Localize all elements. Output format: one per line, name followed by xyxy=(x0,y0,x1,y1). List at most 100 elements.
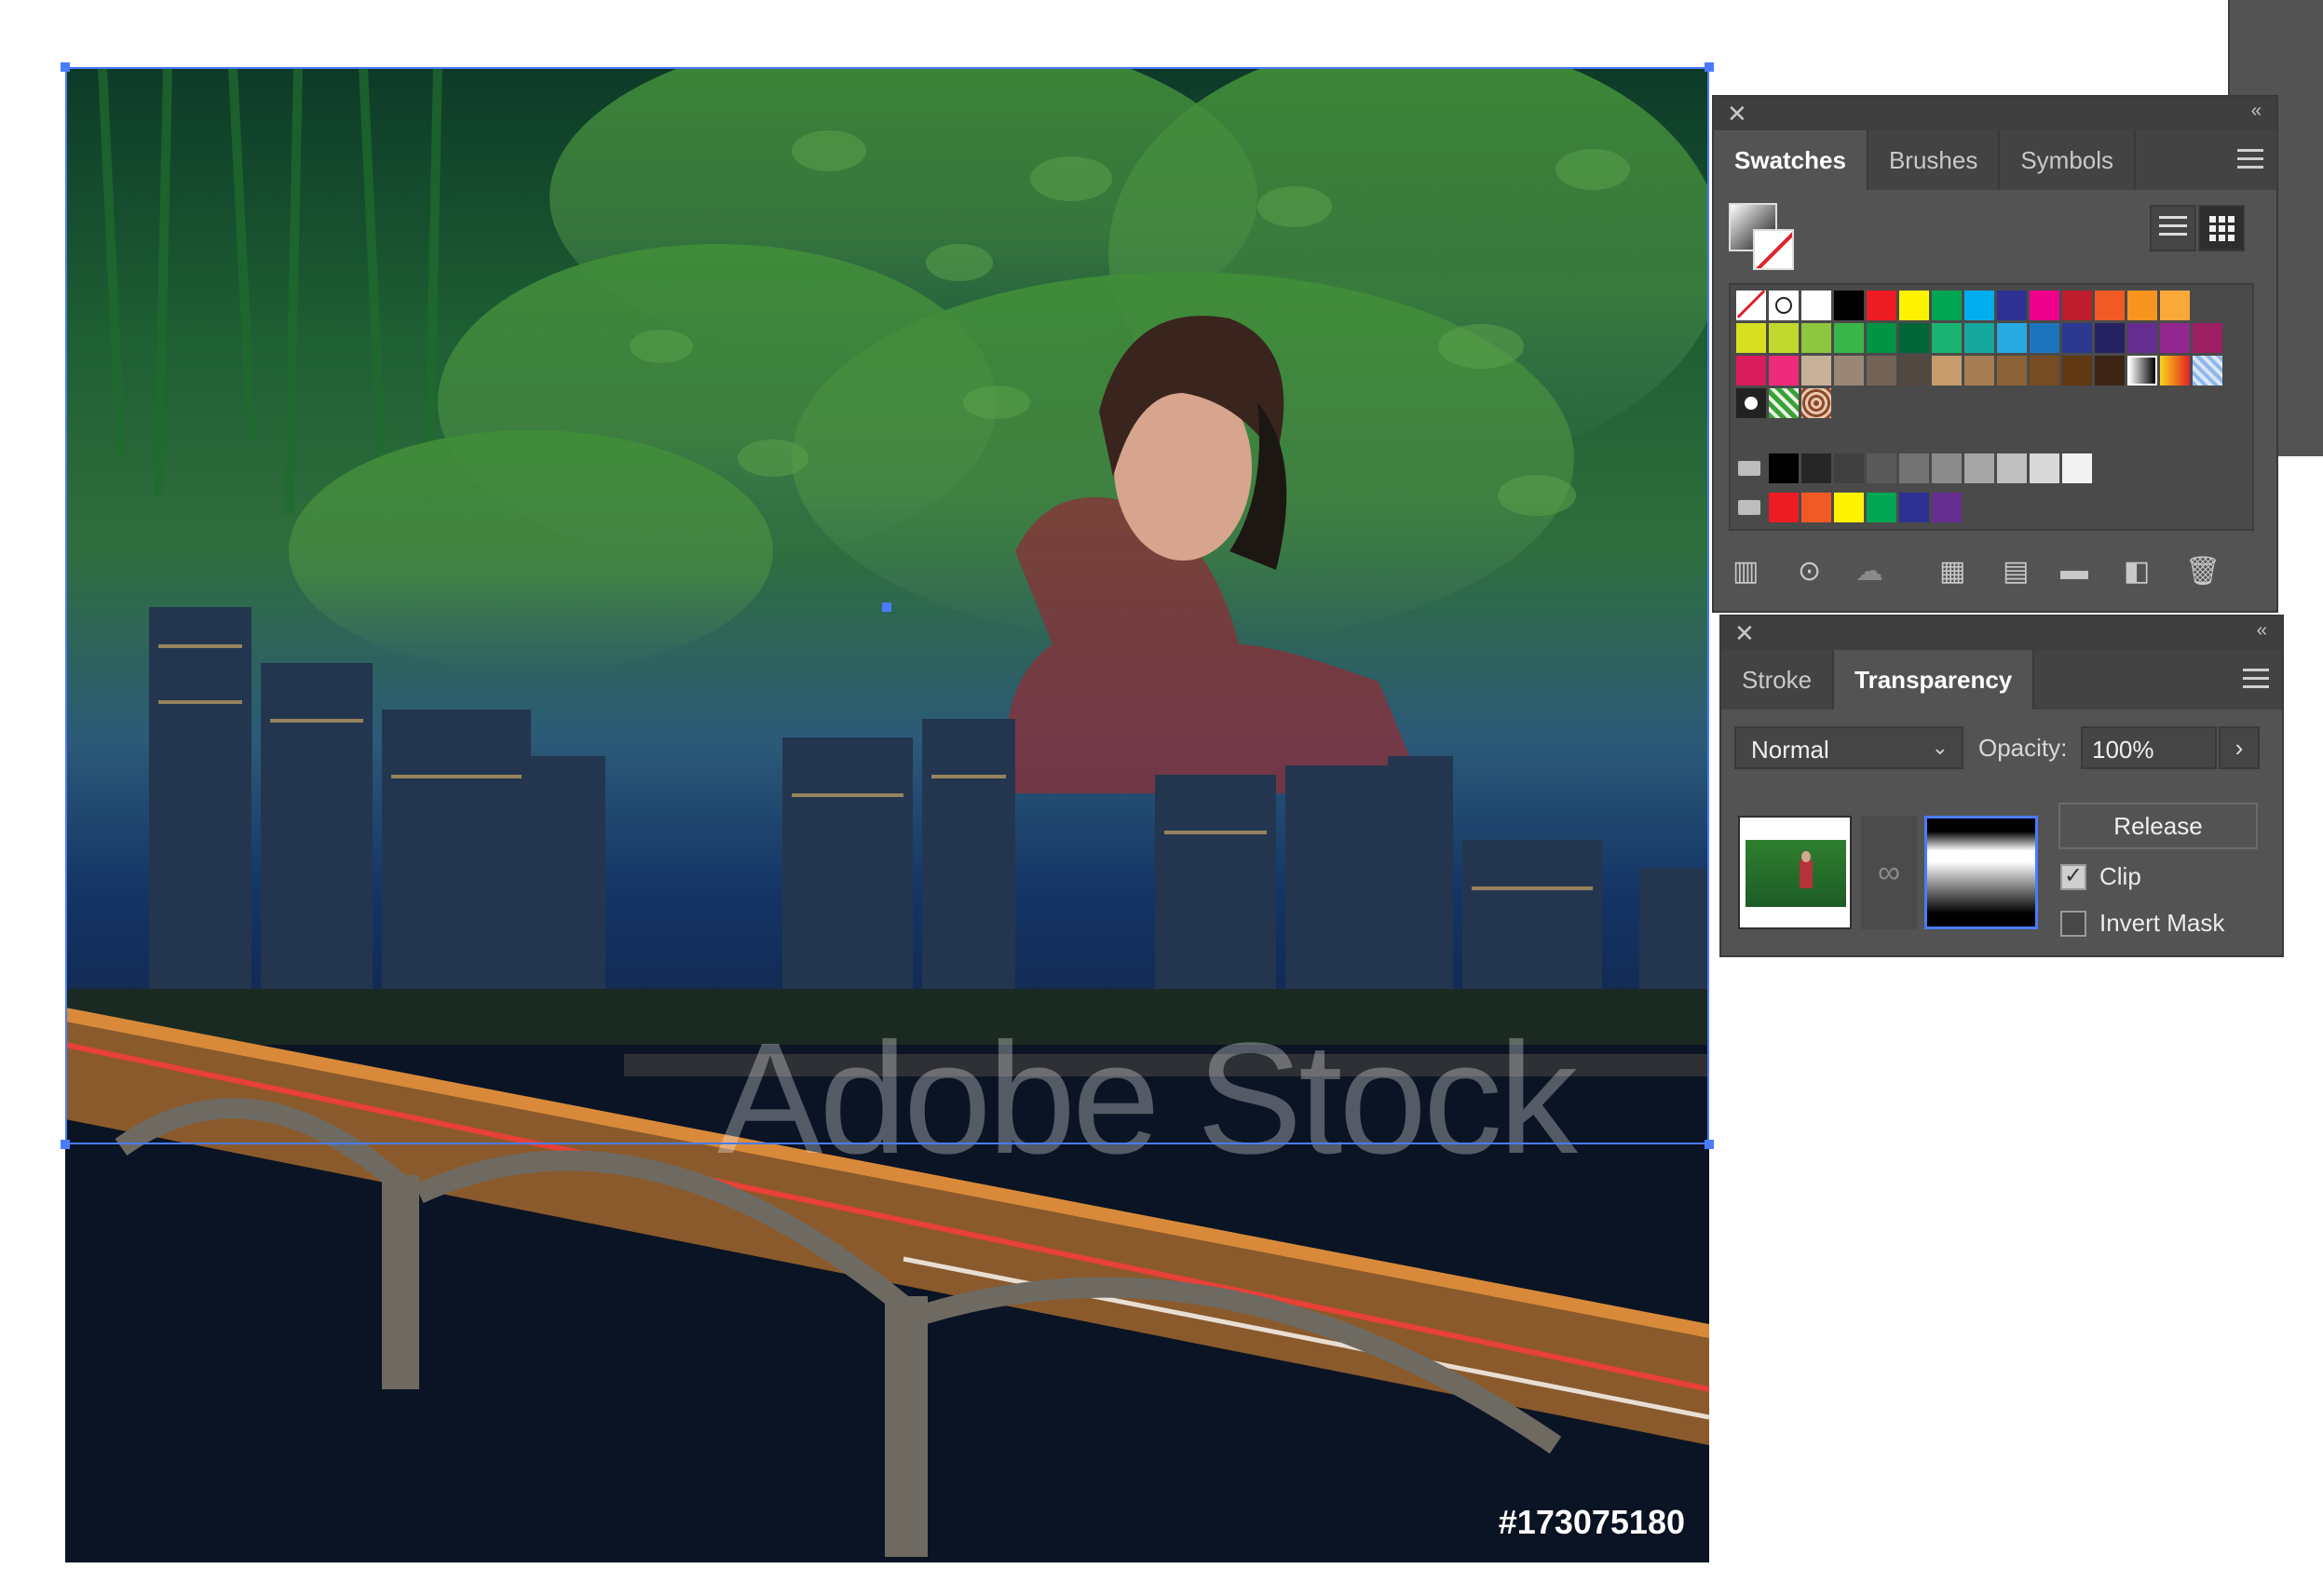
color-swatch[interactable] xyxy=(1932,291,1962,320)
close-icon[interactable]: ✕ xyxy=(1734,619,1755,648)
show-kinds-icon[interactable]: ⊙ xyxy=(1798,555,1821,588)
panel-titlebar[interactable]: ✕ ‹‹ xyxy=(1714,97,2276,130)
tab-swatches[interactable]: Swatches xyxy=(1714,130,1868,190)
color-swatch[interactable] xyxy=(2030,323,2059,353)
collapse-icon[interactable]: ‹‹ xyxy=(2257,620,2267,642)
color-swatch[interactable] xyxy=(2127,323,2157,353)
color-swatch[interactable] xyxy=(1769,323,1799,353)
color-swatch[interactable] xyxy=(1997,323,2027,353)
color-swatch[interactable] xyxy=(1736,323,1766,353)
color-swatch[interactable] xyxy=(1997,356,2027,385)
new-swatch-icon[interactable]: ◧ xyxy=(2124,555,2150,588)
color-swatch[interactable] xyxy=(1769,291,1799,320)
color-swatch[interactable] xyxy=(1867,291,1896,320)
color-swatch[interactable] xyxy=(2030,291,2059,320)
panel-menu-icon[interactable] xyxy=(2243,669,2269,694)
blend-mode-dropdown[interactable]: Normal ⌄ xyxy=(1734,726,1963,769)
color-swatch[interactable] xyxy=(1867,356,1896,385)
color-swatch[interactable] xyxy=(2062,356,2092,385)
color-swatch[interactable] xyxy=(1997,291,2027,320)
tab-brushes[interactable]: Brushes xyxy=(1868,130,2001,190)
swatch-libraries-icon[interactable]: ▥ xyxy=(1732,555,1759,588)
folder-icon[interactable] xyxy=(1738,461,1760,476)
color-swatch[interactable] xyxy=(1834,291,1864,320)
tab-symbols[interactable]: Symbols xyxy=(2000,130,2137,190)
bright-group-swatch[interactable] xyxy=(1801,493,1831,522)
color-swatch[interactable] xyxy=(1964,356,1994,385)
color-swatch[interactable] xyxy=(1736,291,1766,320)
color-swatch[interactable] xyxy=(1834,356,1864,385)
bright-group-swatch[interactable] xyxy=(1899,493,1929,522)
color-swatch[interactable] xyxy=(1834,323,1864,353)
bright-group-swatch[interactable] xyxy=(1769,493,1799,522)
color-swatch[interactable] xyxy=(2193,323,2222,353)
new-color-group-icon[interactable]: ▬ xyxy=(2060,555,2088,587)
color-swatch[interactable] xyxy=(2095,291,2125,320)
color-swatch[interactable] xyxy=(2062,291,2092,320)
artwork-thumbnail[interactable] xyxy=(1738,816,1852,929)
color-group-options-icon[interactable]: ▤ xyxy=(2003,555,2029,588)
gray-group-swatch[interactable] xyxy=(2062,453,2092,483)
grid-view-button[interactable] xyxy=(2198,205,2245,251)
color-swatch[interactable] xyxy=(2062,323,2092,353)
color-swatch[interactable] xyxy=(1932,323,1962,353)
color-swatch[interactable] xyxy=(1801,356,1831,385)
color-swatch[interactable] xyxy=(2095,356,2125,385)
handle-bottom-left[interactable] xyxy=(61,1140,70,1149)
tab-transparency[interactable]: Transparency xyxy=(1834,650,2035,710)
bright-group-swatch[interactable] xyxy=(1867,493,1896,522)
color-swatch[interactable] xyxy=(2193,356,2222,385)
mask-thumbnail[interactable] xyxy=(1924,816,2038,929)
color-swatch[interactable] xyxy=(1899,291,1929,320)
opacity-slider-button[interactable]: › xyxy=(2219,726,2260,769)
fill-stroke-indicator[interactable] xyxy=(1729,203,1800,274)
gray-group-swatch[interactable] xyxy=(1964,453,1994,483)
gray-group-swatch[interactable] xyxy=(1932,453,1962,483)
panel-titlebar[interactable]: ✕ ‹‹ xyxy=(1721,616,2282,650)
color-swatch[interactable] xyxy=(1964,323,1994,353)
color-swatch[interactable] xyxy=(2160,356,2190,385)
invert-mask-checkbox[interactable] xyxy=(2060,911,2086,937)
color-swatch[interactable] xyxy=(2095,323,2125,353)
tab-stroke[interactable]: Stroke xyxy=(1721,650,1835,710)
color-swatch[interactable] xyxy=(2127,356,2157,385)
close-icon[interactable]: ✕ xyxy=(1727,100,1747,128)
clip-checkbox[interactable] xyxy=(2060,862,2086,890)
color-swatch[interactable] xyxy=(1964,291,1994,320)
handle-bottom-right[interactable] xyxy=(1705,1140,1714,1149)
color-swatch[interactable] xyxy=(1867,323,1896,353)
color-swatch[interactable] xyxy=(2127,291,2157,320)
color-swatch[interactable] xyxy=(2160,291,2190,320)
gray-group-swatch[interactable] xyxy=(1899,453,1929,483)
color-swatch[interactable] xyxy=(1769,388,1799,418)
gray-group-swatch[interactable] xyxy=(1801,453,1831,483)
gray-group-swatch[interactable] xyxy=(1867,453,1896,483)
folder-icon[interactable] xyxy=(1738,500,1760,515)
bright-group-swatch[interactable] xyxy=(1834,493,1864,522)
artboard-image[interactable]: Adobe Stock #173075180 xyxy=(65,67,1709,1562)
color-swatch[interactable] xyxy=(2160,323,2190,353)
color-swatch[interactable] xyxy=(2030,356,2059,385)
color-swatch[interactable] xyxy=(1801,291,1831,320)
gray-group-swatch[interactable] xyxy=(2030,453,2059,483)
color-swatch[interactable] xyxy=(1899,323,1929,353)
cloud-library-icon[interactable]: ☁ xyxy=(1855,555,1883,588)
color-swatch[interactable] xyxy=(1932,356,1962,385)
stroke-none-swatch[interactable] xyxy=(1753,229,1794,270)
handle-top-right[interactable] xyxy=(1705,62,1714,72)
panel-menu-icon[interactable] xyxy=(2237,149,2263,174)
center-point[interactable] xyxy=(882,602,891,612)
handle-top-left[interactable] xyxy=(61,62,70,72)
gray-group-swatch[interactable] xyxy=(1997,453,2027,483)
list-view-button[interactable] xyxy=(2150,205,2196,251)
opacity-input[interactable]: 100% xyxy=(2081,726,2217,769)
swatch-options-icon[interactable]: ▦ xyxy=(1939,555,1965,588)
color-swatch[interactable] xyxy=(1801,323,1831,353)
color-swatch[interactable] xyxy=(1736,388,1766,418)
delete-swatch-icon[interactable]: 🗑 xyxy=(2185,555,2221,588)
color-swatch[interactable] xyxy=(1801,388,1831,418)
collapse-icon[interactable]: ‹‹ xyxy=(2251,101,2262,122)
gray-group-swatch[interactable] xyxy=(1834,453,1864,483)
gray-group-swatch[interactable] xyxy=(1769,453,1799,483)
color-swatch[interactable] xyxy=(1899,356,1929,385)
